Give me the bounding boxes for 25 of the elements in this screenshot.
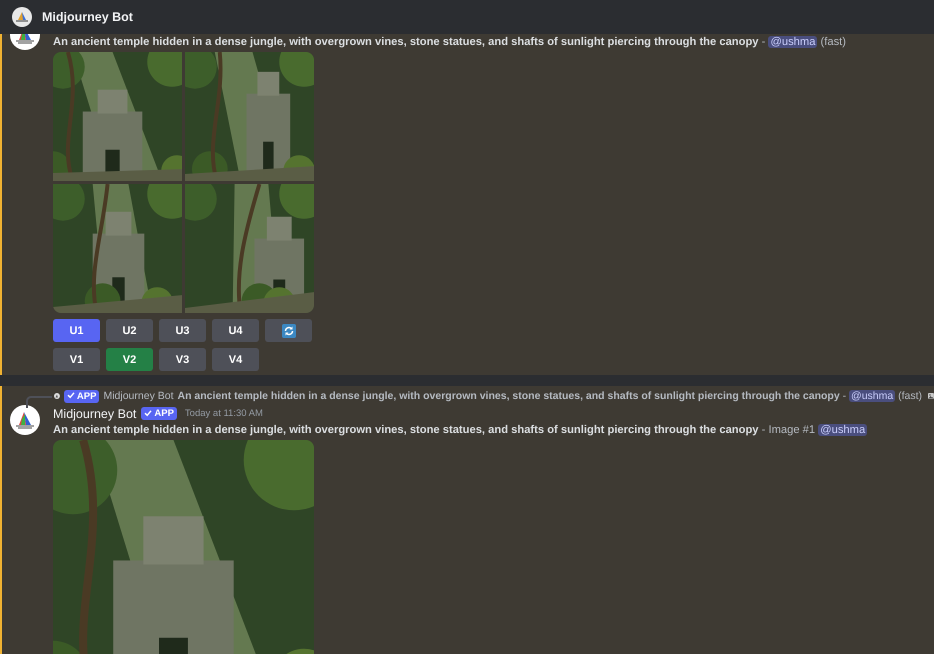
reply-preview[interactable]: An ancient temple hidden in a dense jungle, with overgrown vines, stone statues, and shafts of sunlight piercing through the canopy - @ushma (fast) [178,390,922,402]
timestamp: Today at 11:30 AM [184,408,263,419]
variation-button[interactable]: V4 [212,348,259,371]
upscale-button[interactable]: U1 [53,319,100,342]
variation-button[interactable]: V2 [106,348,153,371]
avatar-icon[interactable] [10,405,40,435]
avatar-icon [12,7,32,27]
avatar-icon [54,390,60,402]
reply-author[interactable]: Midjourney Bot [103,390,174,402]
app-badge: APP [64,390,100,402]
message-text: An ancient temple hidden in a dense jungle, with overgrown vines, stone statues, and shafts of sunlight piercing through the canopy - @ushma (fast) [53,35,846,50]
image-icon [928,390,934,402]
author-name[interactable]: Midjourney Bot [53,406,136,420]
upscale-button[interactable]: U3 [159,319,206,342]
variation-button[interactable]: V1 [53,348,100,371]
message-text: An ancient temple hidden in a dense jungle, with overgrown vines, stone statues, and shafts of sunlight piercing through the canopy - Image #1 @ushma [53,423,868,438]
app-badge: APP [141,407,177,420]
channel-title: Midjourney Bot [42,10,133,24]
refresh-icon [282,324,296,338]
reroll-button[interactable] [265,319,312,342]
upscale-button[interactable]: U4 [212,319,259,342]
checkmark-icon [66,391,75,399]
upscale-button[interactable]: U2 [106,319,153,342]
variation-button[interactable]: V3 [159,348,206,371]
checkmark-icon [144,408,152,416]
